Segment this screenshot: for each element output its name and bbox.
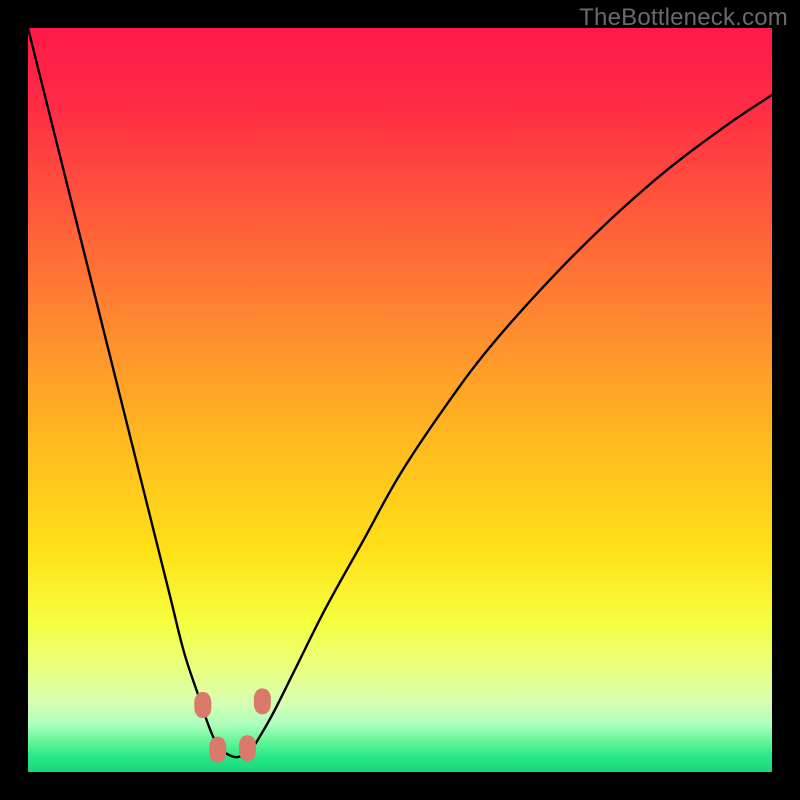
chart-frame <box>28 28 772 772</box>
watermark: TheBottleneck.com <box>579 4 788 32</box>
background-gradient <box>28 28 772 772</box>
